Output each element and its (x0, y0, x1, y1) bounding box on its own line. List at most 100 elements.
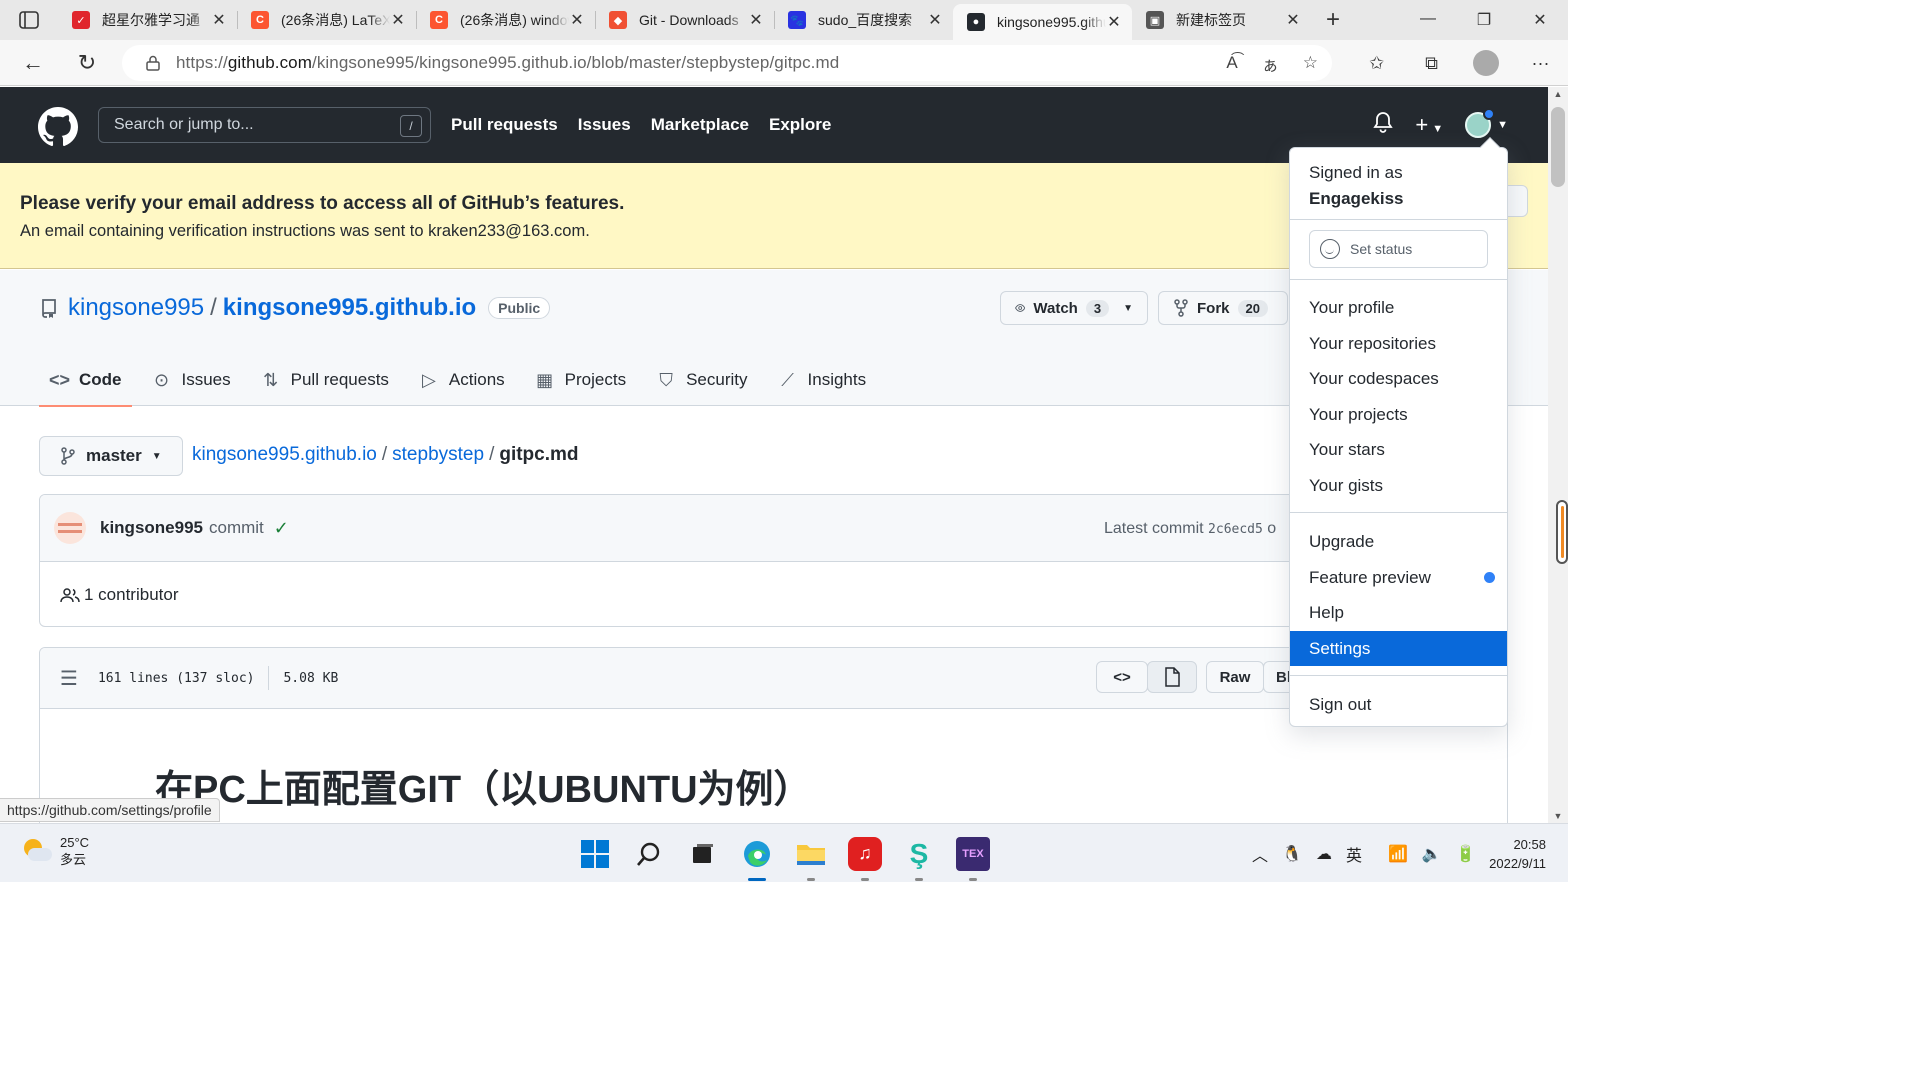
repo-tab-projects[interactable]: ▦ Projects (525, 354, 636, 406)
browser-tab[interactable]: C (26条消息) windows✕ (416, 0, 595, 40)
repo-tab-issues[interactable]: ⊙ Issues (142, 354, 241, 406)
browser-tab[interactable]: ◆ Git - Downloads ✕ (595, 0, 774, 40)
taskbar-texworks[interactable]: TEX (956, 836, 990, 881)
qq-icon[interactable]: 🐧 (1282, 844, 1302, 864)
collections-icon[interactable]: ⧉ (1404, 53, 1459, 74)
repo-tab-security[interactable]: ⛉ Security (646, 354, 757, 406)
menu-item-feature-preview[interactable]: Feature preview (1290, 560, 1507, 595)
header-nav-explore[interactable]: Explore (769, 115, 831, 135)
notifications-bell-icon[interactable] (1373, 111, 1394, 139)
restore-button[interactable]: ❐ (1456, 10, 1512, 30)
repo-tab-insights[interactable]: ⟋ Insights (768, 354, 877, 406)
display-rendered-button[interactable] (1147, 661, 1197, 693)
raw-button[interactable]: Raw (1206, 661, 1264, 693)
favorites-icon[interactable]: ✩ (1349, 53, 1404, 74)
repo-name-link[interactable]: kingsone995.github.io (223, 294, 476, 322)
repo-tab-label: Actions (448, 370, 505, 389)
repo-tab-code[interactable]: <> Code (39, 354, 132, 407)
page-scrollbar[interactable]: ▲ ▼ (1548, 87, 1568, 823)
wifi-icon[interactable]: 📶 (1388, 844, 1408, 864)
refresh-button[interactable]: ↻ (60, 50, 114, 76)
menu-item-your-codespaces[interactable]: Your codespaces (1290, 361, 1507, 396)
read-aloud-icon[interactable]: A͡ (1226, 53, 1237, 73)
close-window-button[interactable]: ✕ (1512, 10, 1568, 30)
menu-item-help[interactable]: Help (1290, 595, 1507, 630)
close-tab-icon[interactable]: ✕ (390, 10, 406, 30)
menu-item-settings[interactable]: Settings (1290, 630, 1507, 666)
commit-message[interactable]: commit (209, 518, 264, 538)
github-search-input[interactable]: Search or jump to... / (98, 107, 431, 143)
close-tab-icon[interactable]: ✕ (927, 10, 943, 30)
browser-tab[interactable]: C (26条消息) LaTeX ✕ (237, 0, 416, 40)
menu-item-your-projects[interactable]: Your projects (1290, 397, 1507, 432)
close-tab-icon[interactable]: ✕ (569, 10, 585, 30)
volume-icon[interactable]: 🔈 (1422, 844, 1442, 864)
check-icon[interactable]: ✓ (274, 518, 289, 539)
close-tab-icon[interactable]: ✕ (1106, 12, 1122, 32)
contributors-row[interactable]: 1 contributor (40, 562, 1507, 626)
address-bar[interactable]: https://github.com/kingsone995/kingsone9… (122, 45, 1332, 81)
close-tab-icon[interactable]: ✕ (748, 10, 764, 30)
create-new-button[interactable]: + ▼ (1415, 112, 1443, 138)
header-nav-pull-requests[interactable]: Pull requests (451, 115, 558, 135)
header-nav-marketplace[interactable]: Marketplace (651, 115, 749, 135)
set-status-button[interactable]: Set status (1309, 230, 1488, 268)
taskbar-search-button[interactable] (632, 837, 666, 871)
commit-author-link[interactable]: kingsone995 (100, 518, 203, 538)
branch-select-button[interactable]: master ▼ (39, 436, 183, 476)
menu-item-your-gists[interactable]: Your gists (1290, 468, 1507, 503)
taskbar-edge[interactable] (734, 830, 780, 881)
browser-tab[interactable]: 🐾 sudo_百度搜索 ✕ (774, 0, 953, 40)
browser-tab[interactable]: ▣ 新建标签页 ✕ (1132, 0, 1311, 40)
taskbar-file-explorer[interactable] (794, 837, 828, 881)
taskbar-app-s[interactable]: Ş (902, 837, 936, 881)
repo-tab-actions[interactable]: ▷ Actions (409, 354, 515, 406)
task-view-button[interactable] (686, 837, 720, 871)
translate-icon[interactable]: ぁ (1262, 51, 1279, 76)
breadcrumb-repo-link[interactable]: kingsone995.github.io (192, 444, 377, 465)
display-source-button[interactable]: <> (1096, 661, 1148, 693)
menu-item-your-stars[interactable]: Your stars (1290, 432, 1507, 467)
tab-actions-button[interactable] (0, 0, 58, 40)
profile-avatar[interactable] (1473, 50, 1499, 76)
commit-sha-link[interactable]: 2c6ecd5 (1208, 522, 1263, 537)
file-line-count: 161 lines (137 sloc) (97, 670, 255, 686)
battery-icon[interactable]: 🔋 (1456, 844, 1476, 864)
floating-side-handle[interactable] (1556, 500, 1568, 564)
taskbar-clock[interactable]: 20:58 2022/9/11 (1489, 835, 1546, 873)
back-button[interactable]: ← (6, 50, 60, 76)
user-menu-button[interactable]: ▼ (1465, 108, 1508, 138)
close-tab-icon[interactable]: ✕ (1285, 10, 1301, 30)
menu-item-sign-out[interactable]: Sign out (1290, 687, 1507, 722)
scroll-down-arrow[interactable]: ▼ (1548, 811, 1568, 821)
browser-tab[interactable]: ● kingsone995.github.io✕ (953, 4, 1132, 40)
more-menu-icon[interactable]: ··· (1513, 53, 1568, 74)
outline-list-icon[interactable]: ☰ (60, 666, 78, 690)
menu-item-upgrade[interactable]: Upgrade (1290, 524, 1507, 559)
new-tab-button[interactable]: + (1311, 6, 1355, 34)
commit-author-avatar[interactable] (54, 512, 86, 544)
fork-button[interactable]: Fork 20 (1158, 291, 1288, 325)
ime-indicator[interactable]: 英 (1346, 842, 1362, 866)
dropdown-username[interactable]: Engagekiss (1309, 186, 1404, 212)
onedrive-icon[interactable]: ☁ (1316, 844, 1332, 864)
start-button[interactable] (578, 837, 612, 871)
close-tab-icon[interactable]: ✕ (211, 10, 227, 30)
watch-button[interactable]: Watch 3 ▼ (1000, 291, 1148, 325)
weather-widget[interactable]: 25°C 多云 (22, 834, 89, 868)
scroll-up-arrow[interactable]: ▲ (1548, 89, 1568, 99)
scrollbar-thumb[interactable] (1551, 107, 1565, 187)
repo-tab-pull-requests[interactable]: ⇅ Pull requests (251, 354, 399, 406)
minimize-button[interactable]: — (1400, 10, 1456, 30)
chevron-up-icon[interactable]: ︿ (1252, 842, 1268, 866)
add-favorite-icon[interactable]: ☆ (1303, 53, 1318, 73)
browser-tab[interactable]: ✓ 超星尔雅学习通 ✕ (58, 0, 237, 40)
taskbar-netease-music[interactable]: ♫ (848, 836, 882, 881)
repo-owner-link[interactable]: kingsone995 (68, 294, 204, 322)
breadcrumb-file: gitpc.md (499, 444, 579, 465)
menu-item-your-repositories[interactable]: Your repositories (1290, 326, 1507, 361)
github-logo-icon[interactable] (38, 107, 78, 147)
header-nav-issues[interactable]: Issues (578, 115, 631, 135)
breadcrumb-folder-link[interactable]: stepbystep (392, 444, 484, 465)
menu-item-your-profile[interactable]: Your profile (1290, 290, 1507, 325)
